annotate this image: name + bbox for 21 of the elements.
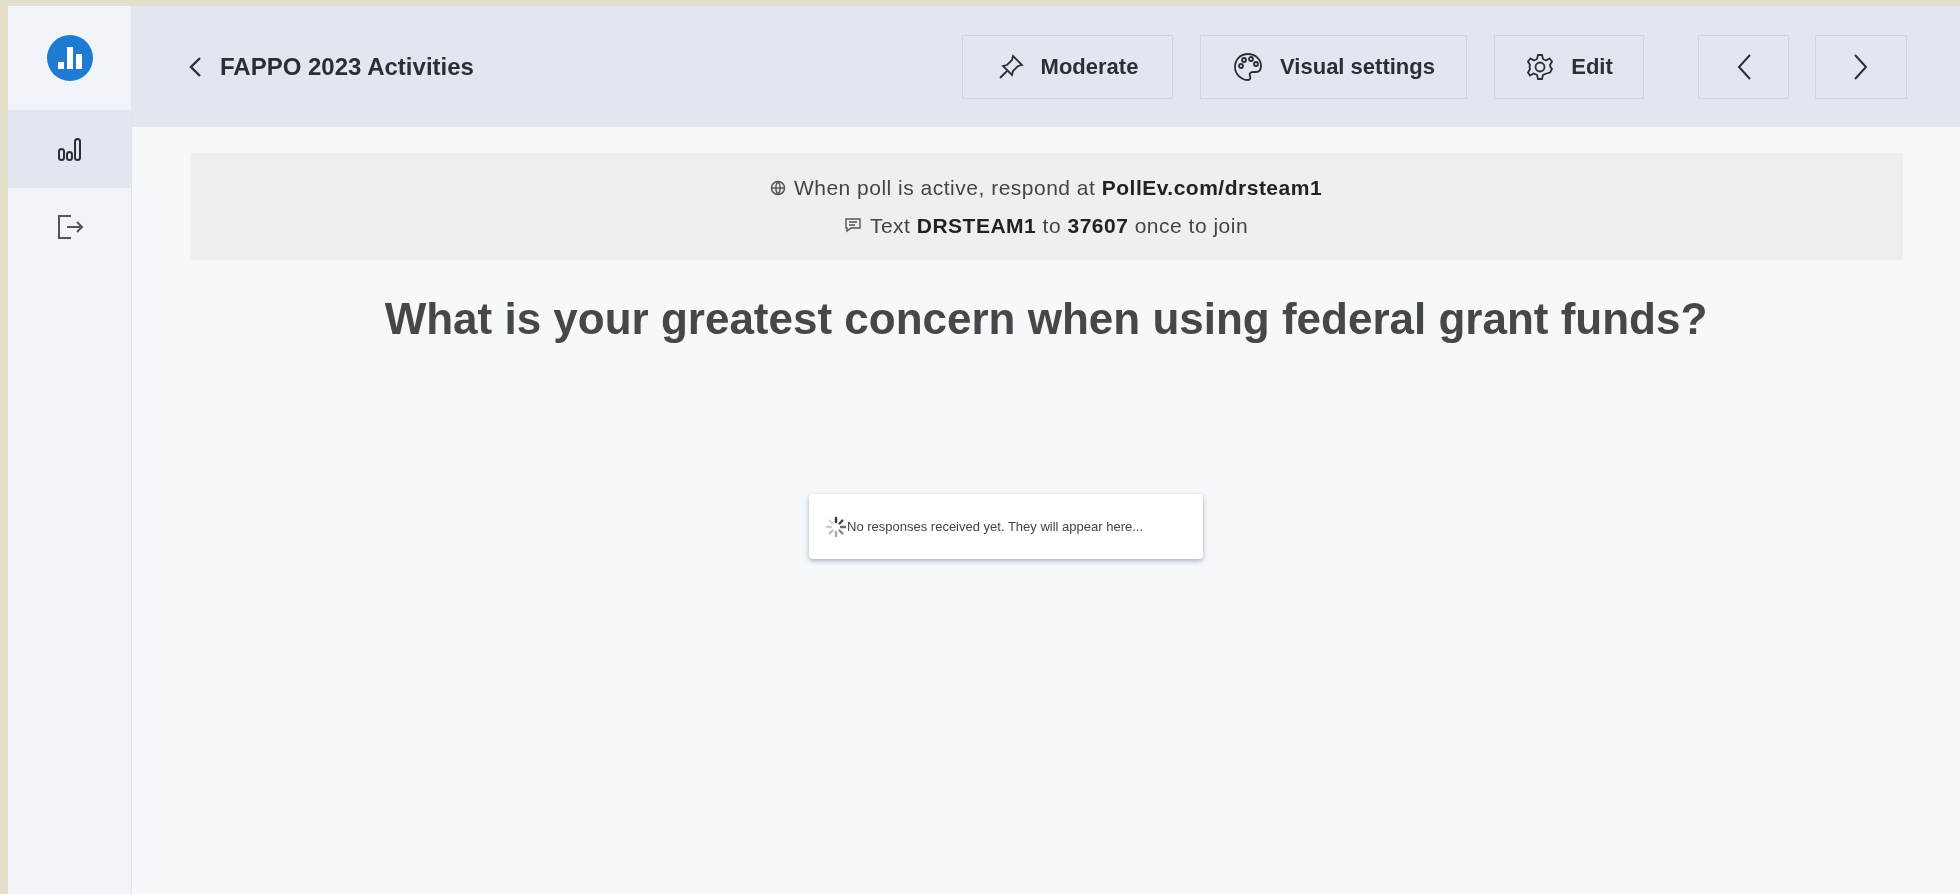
join-instruction: When poll is active, respond at PollEv.com/drsteam1 bbox=[793, 175, 1323, 201]
spinner-icon bbox=[825, 515, 847, 538]
empty-message: No responses received yet. They will appear here... bbox=[847, 517, 1144, 536]
settings-icon bbox=[1525, 51, 1556, 82]
sidebar-item[interactable] bbox=[8, 110, 131, 188]
moderate-button[interactable]: Moderate bbox=[962, 34, 1173, 99]
chevron-right-icon bbox=[1853, 52, 1869, 81]
bar-chart-icon bbox=[56, 136, 83, 162]
join-instruction: Text DRSTEAM1 to 37607 once to join bbox=[869, 212, 1249, 239]
globe-icon bbox=[769, 179, 786, 196]
previous-button[interactable] bbox=[1698, 34, 1789, 99]
visual-settings-button[interactable]: Visual settings bbox=[1200, 34, 1467, 99]
logo-icon bbox=[46, 35, 93, 81]
palette-icon bbox=[1232, 50, 1265, 83]
sms-icon bbox=[843, 217, 862, 234]
chevron-left-icon bbox=[1735, 52, 1752, 81]
back-link[interactable]: FAPPO 2023 Activities bbox=[188, 48, 474, 85]
next-button[interactable] bbox=[1815, 34, 1907, 99]
edit-button[interactable]: Edit bbox=[1494, 34, 1644, 99]
question-title: What is your greatest concern when using federal grant funds? bbox=[384, 293, 1708, 345]
chevron-left-icon bbox=[188, 55, 202, 78]
